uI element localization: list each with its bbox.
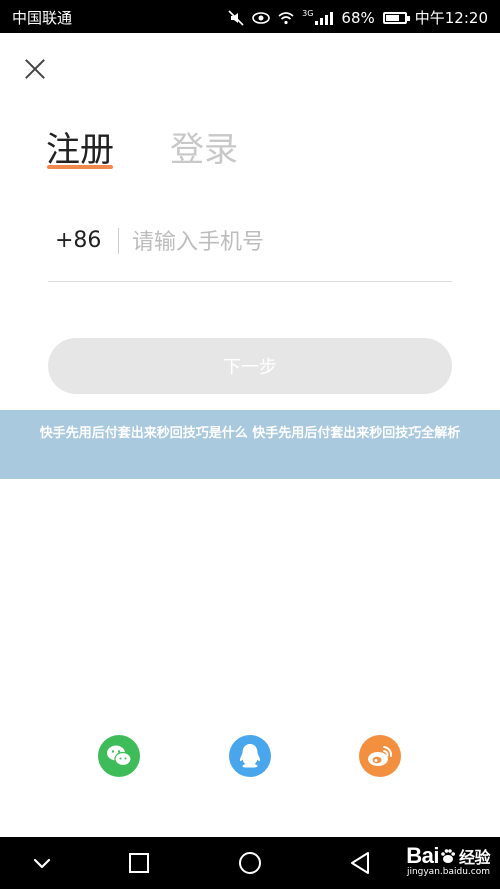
clock: 中午12:20 [414, 9, 488, 27]
wifi-icon [278, 11, 294, 24]
status-bar: 中国联通 3G 68% 中午12:20 [0, 0, 500, 33]
eye-icon [252, 11, 270, 24]
watermark-logo: Bai 经验 [406, 843, 490, 868]
active-tab-indicator [47, 165, 113, 169]
home-icon[interactable] [236, 849, 264, 877]
country-code-selector[interactable]: +86 [55, 228, 101, 253]
close-icon[interactable] [20, 55, 50, 85]
title-banner: 快手先用后付套出来秒回技巧是什么 快手先用后付套出来秒回技巧全解析 [0, 410, 500, 479]
mute-icon [228, 9, 244, 26]
battery-percent: 68% [341, 8, 375, 27]
watermark-url: jingyan.baidu.com [406, 867, 490, 877]
carrier-label: 中国联通 [12, 9, 73, 27]
wechat-login-button[interactable] [98, 735, 140, 777]
tab-login[interactable]: 登录 [170, 122, 238, 171]
wechat-icon [107, 745, 132, 767]
recent-apps-icon[interactable] [125, 849, 153, 877]
qq-login-button[interactable] [229, 735, 271, 777]
paw-icon [441, 849, 455, 863]
battery-icon [382, 11, 410, 24]
phone-input[interactable] [132, 222, 442, 262]
status-icons: 3G 68% 中午12:20 [228, 7, 488, 28]
tab-register[interactable]: 注册 [46, 122, 114, 171]
chevron-down-icon[interactable] [28, 849, 56, 877]
qq-icon [240, 744, 260, 768]
weibo-login-button[interactable] [359, 735, 401, 777]
navigation-bar: Bai 经验 jingyan.baidu.com [0, 837, 500, 889]
back-icon[interactable] [346, 849, 374, 877]
phone-divider [118, 228, 119, 254]
weibo-icon [368, 746, 393, 766]
network-type: 3G [302, 9, 314, 18]
phone-underline [48, 281, 452, 282]
signal-icon [315, 11, 334, 25]
next-button[interactable]: 下一步 [48, 338, 452, 394]
baidu-jingyan-watermark: Bai 经验 jingyan.baidu.com [406, 843, 490, 877]
